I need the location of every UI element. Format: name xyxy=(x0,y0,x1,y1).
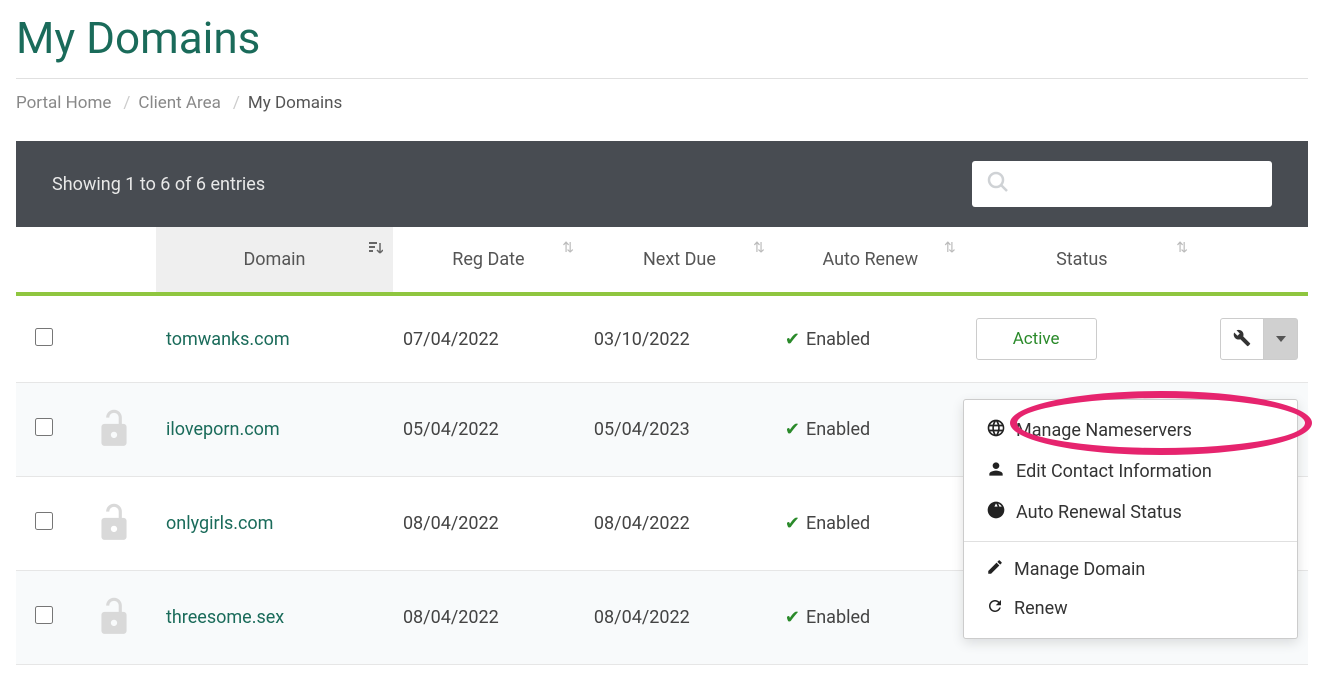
search-input[interactable] xyxy=(972,161,1272,207)
refresh-icon xyxy=(986,597,1004,620)
dropdown-auto-renewal[interactable]: Auto Renewal Status xyxy=(964,492,1297,533)
next-due-cell: 05/04/2023 xyxy=(584,383,775,477)
dropdown-edit-contact[interactable]: Edit Contact Information xyxy=(964,451,1297,492)
sort-icon: ⇅ xyxy=(562,241,574,255)
domain-link[interactable]: onlygirls.com xyxy=(166,513,273,534)
chevron-down-icon xyxy=(1276,336,1286,342)
lock-icon xyxy=(94,499,134,548)
auto-renew-cell: ✔Enabled xyxy=(775,477,966,571)
pencil-icon xyxy=(986,558,1004,581)
breadcrumb-separator: / xyxy=(233,93,240,113)
check-icon: ✔ xyxy=(785,419,800,440)
next-due-cell: 08/04/2022 xyxy=(584,477,775,571)
breadcrumb-client-area[interactable]: Client Area xyxy=(138,93,220,113)
column-header-status[interactable]: Status⇅ xyxy=(966,227,1198,294)
dropdown-toggle[interactable] xyxy=(1264,318,1298,360)
dropdown-manage-nameservers[interactable]: Manage Nameservers xyxy=(964,410,1297,451)
next-due-cell: 08/04/2022 xyxy=(584,571,775,665)
row-checkbox[interactable] xyxy=(35,606,53,624)
domain-link[interactable]: iloveporn.com xyxy=(166,419,280,440)
column-header-reg-date[interactable]: Reg Date⇅ xyxy=(393,227,584,294)
column-header-lock xyxy=(72,227,156,294)
column-header-domain[interactable]: Domain xyxy=(156,227,393,294)
column-header-next-due[interactable]: Next Due⇅ xyxy=(584,227,775,294)
auto-renew-cell: ✔Enabled xyxy=(775,383,966,477)
lock-icon xyxy=(94,405,134,454)
row-checkbox[interactable] xyxy=(35,328,53,346)
sort-icon: ⇅ xyxy=(944,241,956,255)
person-icon xyxy=(986,459,1006,484)
dropdown-divider xyxy=(964,541,1297,542)
wrench-icon xyxy=(1233,329,1251,350)
sort-icon: ⇅ xyxy=(1176,241,1188,255)
domain-link[interactable]: tomwanks.com xyxy=(166,329,290,350)
domain-link[interactable]: threesome.sex xyxy=(166,607,284,628)
breadcrumb-portal-home[interactable]: Portal Home xyxy=(16,93,111,113)
showing-entries-text: Showing 1 to 6 of 6 entries xyxy=(52,174,265,195)
lock-icon xyxy=(94,593,134,642)
sort-icon xyxy=(369,241,383,260)
globe-icon xyxy=(986,418,1006,443)
reg-date-cell: 05/04/2022 xyxy=(393,383,584,477)
dropdown-manage-domain[interactable]: Manage Domain xyxy=(964,550,1297,589)
column-header-auto-renew[interactable]: Auto Renew⇅ xyxy=(775,227,966,294)
status-badge: Active xyxy=(976,318,1097,360)
auto-renew-cell: ✔Enabled xyxy=(775,571,966,665)
row-checkbox[interactable] xyxy=(35,418,53,436)
search-icon xyxy=(986,170,1010,198)
auto-renew-cell: ✔Enabled xyxy=(775,294,966,383)
page-title: My Domains xyxy=(16,0,1308,78)
table-toolbar: Showing 1 to 6 of 6 entries xyxy=(16,141,1308,227)
breadcrumb-separator: / xyxy=(123,93,130,113)
breadcrumb-current: My Domains xyxy=(248,93,342,113)
check-icon: ✔ xyxy=(785,607,800,628)
next-due-cell: 03/10/2022 xyxy=(584,294,775,383)
column-header-checkbox xyxy=(16,227,72,294)
reg-date-cell: 08/04/2022 xyxy=(393,477,584,571)
row-checkbox[interactable] xyxy=(35,512,53,530)
column-header-actions xyxy=(1198,227,1308,294)
sort-icon: ⇅ xyxy=(753,241,765,255)
globe-icon xyxy=(986,500,1006,525)
breadcrumb: Portal Home / Client Area / My Domains xyxy=(16,78,1308,141)
manage-button[interactable] xyxy=(1220,318,1264,360)
check-icon: ✔ xyxy=(785,513,800,534)
table-row: tomwanks.com 07/04/2022 03/10/2022 ✔Enab… xyxy=(16,294,1308,383)
actions-dropdown: Manage Nameservers Edit Contact Informat… xyxy=(963,399,1298,639)
reg-date-cell: 08/04/2022 xyxy=(393,571,584,665)
check-icon: ✔ xyxy=(785,329,800,350)
reg-date-cell: 07/04/2022 xyxy=(393,294,584,383)
dropdown-renew[interactable]: Renew xyxy=(964,589,1297,628)
